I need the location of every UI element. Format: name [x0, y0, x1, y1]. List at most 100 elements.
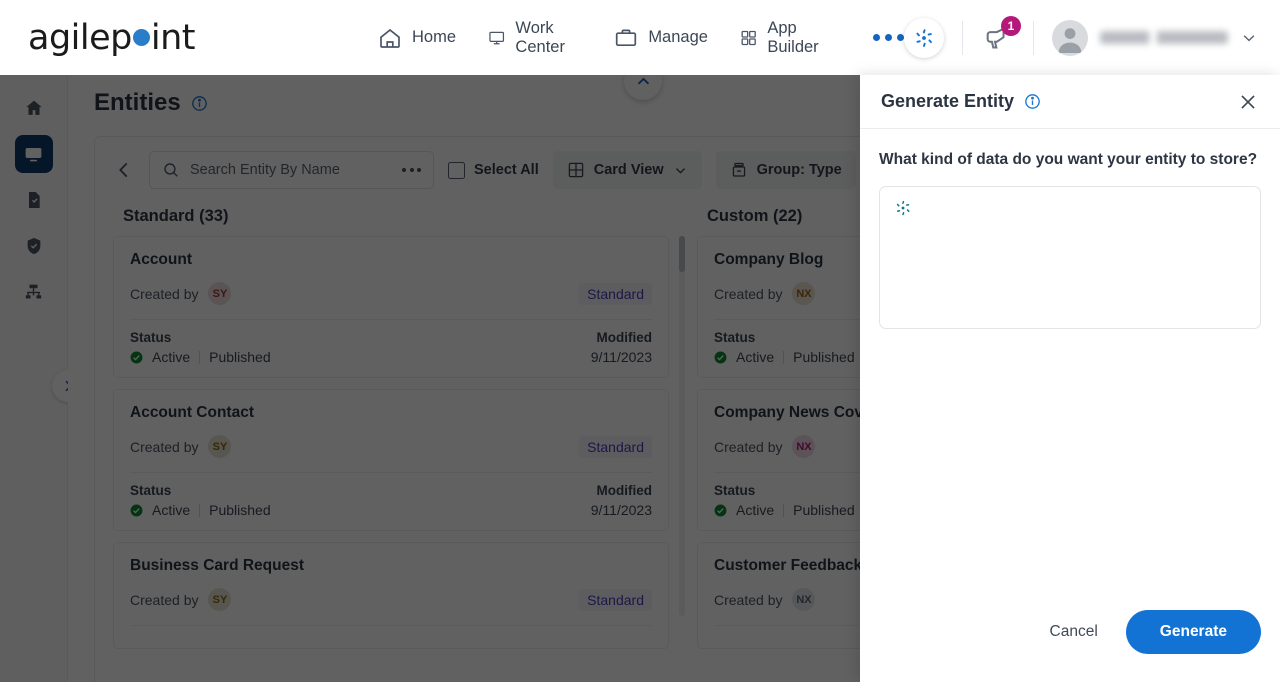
status-check-icon — [130, 351, 143, 363]
creator-avatar: NX — [792, 588, 816, 611]
divider — [130, 472, 652, 473]
entity-title: Account Contact — [130, 404, 254, 421]
agilepoint-logo[interactable]: agilep int — [28, 17, 196, 58]
back-button[interactable] — [113, 159, 135, 181]
search-options-button[interactable] — [402, 168, 421, 172]
entity-type-badge: Standard — [579, 435, 652, 458]
ai-sparkle-icon — [896, 200, 910, 216]
publish-value: Published — [793, 349, 855, 365]
sidebar-item-tasks[interactable] — [15, 181, 53, 219]
view-mode-dropdown[interactable]: Card View — [552, 151, 702, 189]
user-menu[interactable] — [1052, 19, 1258, 56]
creator-avatar: SY — [208, 282, 232, 305]
created-by-label: Created by — [130, 438, 199, 455]
publish-value: Published — [209, 502, 271, 518]
scrollbar-thumb[interactable] — [679, 236, 685, 272]
divider — [783, 503, 785, 517]
entity-title: Account — [130, 251, 192, 268]
divider — [130, 625, 652, 626]
ai-assistant-button[interactable] — [904, 17, 944, 58]
sidebar-item-security[interactable] — [15, 227, 53, 265]
publish-value: Published — [209, 349, 271, 365]
entity-status-row: Status Active Published — [130, 330, 652, 365]
status-label: Status — [714, 330, 756, 345]
top-navigation-bar: agilep int Home Work Center Manage App B… — [0, 0, 1280, 75]
nav-overflow-menu[interactable] — [873, 34, 904, 41]
nav-item-work-center[interactable]: Work Center — [488, 19, 582, 57]
app-root: agilep int Home Work Center Manage App B… — [0, 0, 1280, 682]
panel-footer: Cancel Generate — [860, 610, 1280, 682]
status-check-icon — [714, 504, 727, 516]
chevron-down-icon — [675, 167, 685, 174]
grid-icon — [741, 30, 756, 45]
status-values: Active Published — [714, 349, 855, 365]
nav-item-home[interactable]: Home — [378, 26, 456, 50]
search-input[interactable]: Search Entity By Name — [149, 151, 434, 189]
divider — [130, 319, 652, 320]
modified-block: Modified 9/11/2023 — [591, 330, 652, 365]
status-values: Active Published — [130, 349, 271, 365]
modified-block: Modified 9/11/2023 — [591, 483, 652, 518]
entity-meta: Created by SY Standard — [130, 588, 652, 611]
entity-meta: Created by SY Standard — [130, 435, 652, 458]
modified-label: Modified — [596, 330, 653, 345]
group-by-dropdown[interactable]: Group: Type — [715, 151, 856, 189]
generate-button[interactable]: Generate — [1125, 610, 1261, 654]
entity-meta: Created by SY Standard — [130, 282, 652, 305]
nav-label-home: Home — [412, 28, 457, 46]
top-bar-actions: 1 — [904, 0, 1280, 75]
creator-avatar: SY — [208, 588, 232, 611]
creator-avatar: NX — [792, 435, 816, 458]
home-icon — [25, 100, 42, 115]
monitor-icon — [25, 147, 42, 161]
status-value: Active — [736, 349, 775, 365]
nav-label-manage: Manage — [648, 28, 708, 46]
search-icon — [164, 163, 178, 177]
created-by-label: Created by — [130, 285, 199, 302]
modified-value: 9/11/2023 — [590, 349, 652, 365]
entity-status-row: Status Active Published — [130, 483, 652, 518]
sidebar-item-home[interactable] — [15, 89, 53, 127]
creator-avatar: SY — [208, 435, 232, 458]
nav-item-app-builder[interactable]: App Builder — [740, 19, 829, 57]
user-avatar-icon — [1058, 27, 1082, 53]
checkbox-icon — [448, 161, 465, 179]
close-icon[interactable] — [1237, 91, 1259, 113]
primary-nav: Home Work Center Manage App Builder — [378, 19, 904, 57]
sidebar-item-work-center[interactable] — [14, 135, 53, 173]
select-all-label: Select All — [474, 162, 539, 178]
modified-label: Modified — [596, 483, 653, 498]
grid-view-icon — [568, 162, 583, 178]
info-icon[interactable] — [1024, 93, 1041, 110]
prompt-textarea[interactable] — [879, 186, 1261, 329]
status-label: Status — [714, 483, 756, 498]
user-name-label — [1100, 31, 1228, 44]
cancel-button[interactable]: Cancel — [1036, 613, 1112, 651]
select-all-checkbox[interactable]: Select All — [448, 161, 539, 179]
created-by-label: Created by — [130, 591, 199, 608]
left-sidebar — [0, 75, 84, 682]
prompt-question-label: What kind of data do you want your entit… — [879, 151, 1258, 168]
status-value: Active — [736, 502, 775, 518]
sidebar-item-org-chart[interactable] — [15, 273, 53, 311]
entity-card[interactable]: Account Contact Created by SY Standard S… — [113, 389, 669, 531]
status-block: Status Active Published — [714, 483, 855, 518]
nav-item-manage[interactable]: Manage — [614, 26, 708, 50]
document-check-icon — [28, 192, 40, 208]
announcement-badge: 1 — [1001, 15, 1021, 36]
announcements-button[interactable]: 1 — [981, 15, 1021, 55]
column-scrollbar[interactable] — [679, 236, 685, 616]
divider — [199, 503, 201, 517]
entity-type-badge: Standard — [579, 282, 652, 305]
chevron-down-icon — [1243, 34, 1255, 41]
entity-card[interactable]: Account Created by SY Standard Status Ac… — [113, 236, 669, 378]
search-placeholder: Search Entity By Name — [190, 162, 340, 178]
more-dots-icon — [873, 34, 880, 41]
entity-card[interactable]: Business Card Request Created by SY Stan… — [113, 542, 669, 649]
status-check-icon — [714, 351, 727, 363]
chevron-up-icon — [637, 77, 649, 84]
info-icon[interactable] — [191, 95, 208, 112]
modified-value: 9/11/2023 — [590, 502, 652, 518]
creator-avatar: NX — [792, 282, 816, 305]
logo-text-part1: agilep — [28, 17, 132, 58]
